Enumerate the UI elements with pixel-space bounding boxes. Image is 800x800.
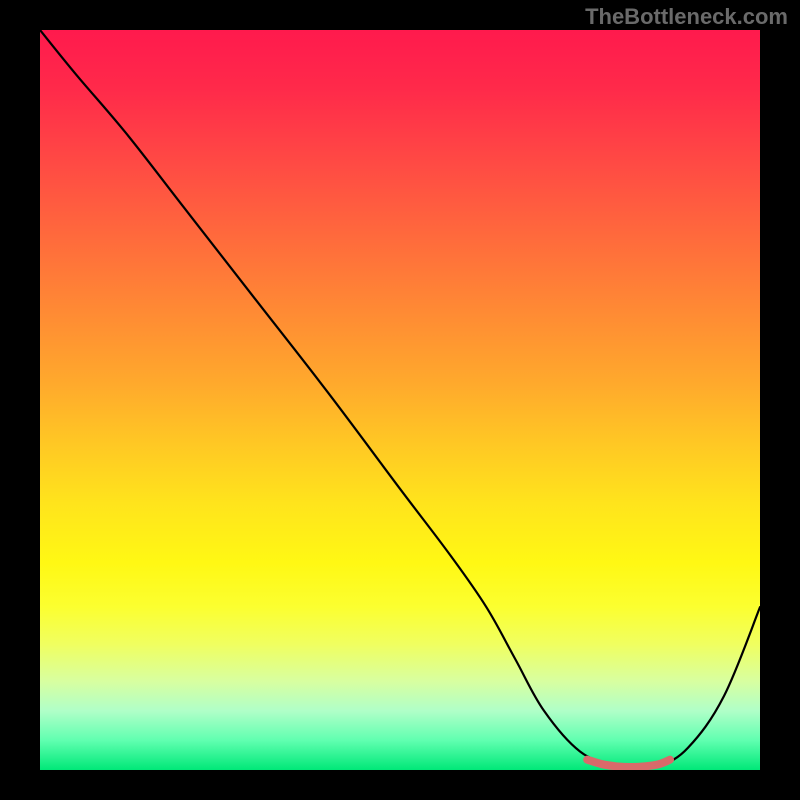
plot-area	[40, 30, 760, 770]
main-curve	[40, 30, 760, 768]
chart-container: TheBottleneck.com	[0, 0, 800, 800]
highlight-segment	[587, 760, 670, 767]
curve-layer	[40, 30, 760, 770]
watermark-text: TheBottleneck.com	[585, 4, 788, 30]
